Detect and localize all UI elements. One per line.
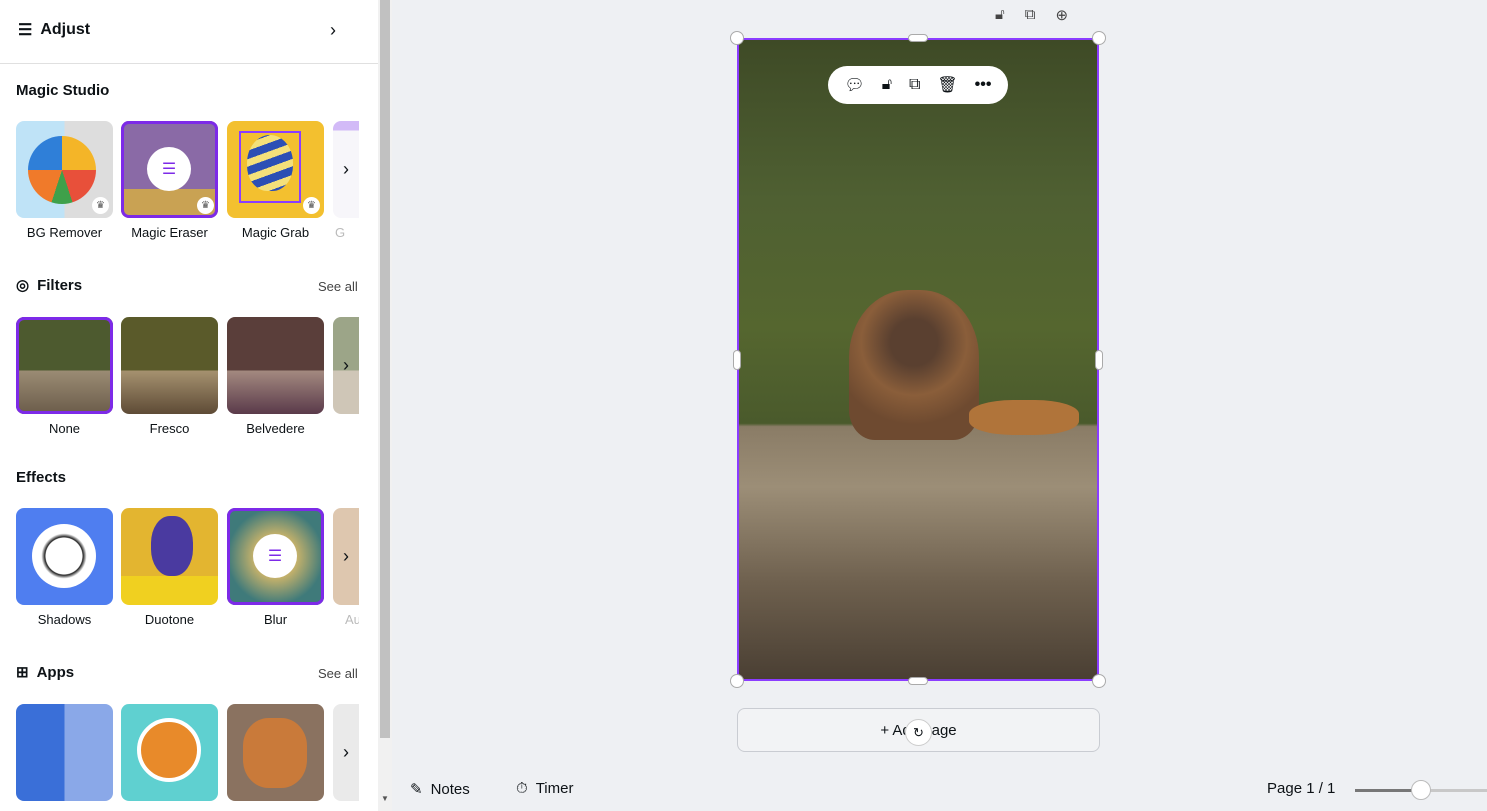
next-arrow-icon[interactable]: ›	[333, 121, 359, 218]
apps-title: ⊞ Apps	[16, 663, 75, 682]
filters-title: ◎ Filters	[16, 276, 83, 295]
crown-icon: ♛	[303, 197, 320, 214]
comment-icon[interactable]: 💬︎	[844, 75, 864, 95]
floating-toolbar: 💬︎ 🔓︎ ⧉ 🗑︎ •••	[828, 66, 1008, 104]
apps-row: ›	[16, 704, 359, 801]
adjust-button[interactable]: ☰ Adjust	[18, 20, 90, 40]
page-toolbar: 🔓︎ ⧉ ⊕	[995, 6, 1068, 24]
effect-shadows[interactable]: Shadows	[16, 508, 113, 627]
effect-duotone[interactable]: Duotone	[121, 508, 218, 627]
notes-button[interactable]: ✎ Notes	[410, 780, 470, 799]
resize-handle[interactable]	[908, 677, 928, 685]
effect-blur[interactable]: ☰ Blur	[227, 508, 324, 627]
lock-icon[interactable]: 🔓︎	[995, 6, 1005, 24]
more-icon[interactable]: •••	[975, 76, 992, 94]
magic-studio-row: ♛ BG Remover ☰ ♛ Magic Eraser ♛ Magic Gra…	[16, 121, 359, 241]
rotate-icon[interactable]: ↻	[905, 719, 932, 746]
sliders-icon: ☰	[253, 534, 297, 578]
app-tile[interactable]	[121, 704, 218, 801]
resize-handle[interactable]	[1092, 674, 1106, 688]
lock-icon[interactable]: 🔓︎	[882, 76, 892, 94]
chevron-right-icon[interactable]: ›	[330, 20, 336, 41]
resize-handle[interactable]	[730, 31, 744, 45]
sliders-icon: ☰	[18, 22, 33, 39]
tile-magic-eraser[interactable]: ☰ ♛ Magic Eraser	[121, 121, 218, 240]
side-panel: ☰ Adjust › Magic Studio ♛ BG Remover ☰ ♛ …	[0, 0, 378, 811]
filters-row: None Fresco Belvedere ›	[16, 317, 359, 437]
resize-handle[interactable]	[733, 350, 741, 370]
tile-magic-grab[interactable]: ♛ Magic Grab	[227, 121, 324, 240]
filter-belvedere[interactable]: Belvedere	[227, 317, 324, 436]
resize-handle[interactable]	[908, 34, 928, 42]
panel-scrollbar[interactable]: ▼	[378, 0, 392, 811]
effects-row: Shadows Duotone ☰ Blur Au ›	[16, 508, 359, 628]
page-indicator[interactable]: Page 1 / 1	[1267, 780, 1335, 797]
apps-icon: ⊞	[16, 664, 29, 681]
filter-fresco[interactable]: Fresco	[121, 317, 218, 436]
sliders-icon: ☰	[147, 147, 191, 191]
zoom-slider-knob[interactable]	[1411, 780, 1431, 800]
add-page-icon[interactable]: ⊕	[1055, 6, 1068, 24]
crown-icon: ♛	[197, 197, 214, 214]
next-arrow-icon[interactable]: ›	[333, 508, 359, 605]
duplicate-page-icon[interactable]: ⧉	[1025, 6, 1036, 24]
zoom-slider[interactable]	[1355, 780, 1487, 800]
filters-see-all[interactable]: See all	[318, 279, 358, 294]
crown-icon: ♛	[92, 197, 109, 214]
magic-studio-title: Magic Studio	[16, 82, 110, 99]
next-arrow-icon[interactable]: ›	[333, 704, 359, 801]
filter-none[interactable]: None	[16, 317, 113, 436]
dog-body	[969, 400, 1079, 435]
filters-icon: ◎	[16, 277, 30, 294]
effects-title: Effects	[16, 469, 67, 486]
apps-see-all[interactable]: See all	[318, 666, 358, 681]
resize-handle[interactable]	[1095, 350, 1103, 370]
app-tile[interactable]	[227, 704, 324, 801]
notes-icon: ✎	[410, 781, 423, 798]
canvas-image[interactable]	[737, 38, 1099, 681]
timer-button[interactable]: ⏱︎ Timer	[516, 780, 573, 797]
resize-handle[interactable]	[730, 674, 744, 688]
dog	[849, 290, 979, 440]
app-tile[interactable]	[16, 704, 113, 801]
timer-icon: ⏱︎	[516, 780, 528, 797]
divider	[0, 63, 378, 64]
next-arrow-icon[interactable]: ›	[333, 317, 359, 414]
resize-handle[interactable]	[1092, 31, 1106, 45]
trash-icon[interactable]: 🗑︎	[937, 75, 957, 95]
duplicate-icon[interactable]: ⧉	[909, 76, 920, 94]
tile-bg-remover[interactable]: ♛ BG Remover	[16, 121, 113, 240]
